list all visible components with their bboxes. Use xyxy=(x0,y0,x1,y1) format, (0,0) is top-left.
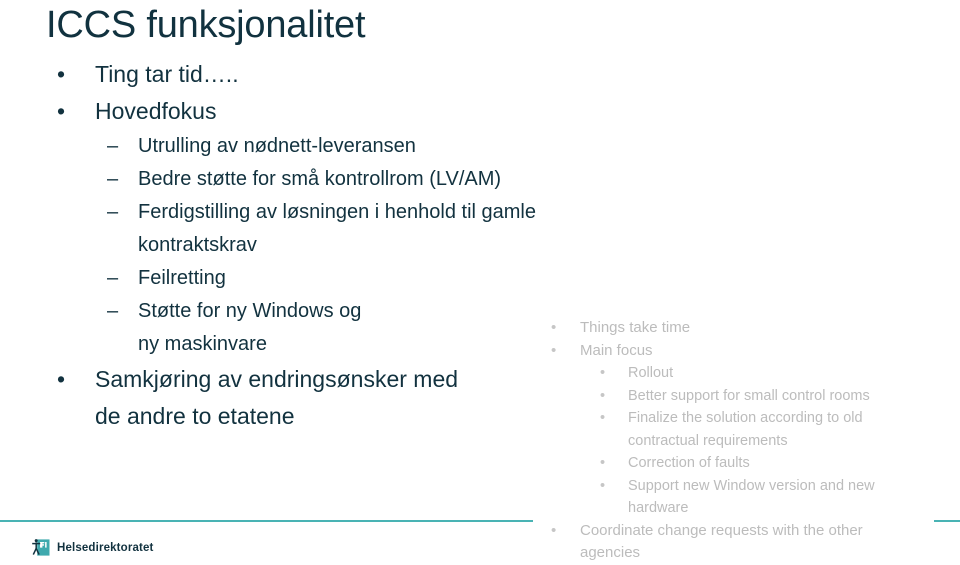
bullet-marker-icon: – xyxy=(107,201,119,223)
norwegian-bullet-item-text: Hovedfokus xyxy=(95,98,217,124)
footer-divider-left xyxy=(0,520,533,522)
bullet-marker-icon: • xyxy=(600,365,606,381)
bullet-marker-icon: • xyxy=(551,521,557,539)
bullet-marker-icon: • xyxy=(600,455,606,471)
english-bullet-item-text: Correction of faults xyxy=(628,455,750,471)
english-bullet-item-text: Better support for small control rooms xyxy=(628,387,870,404)
bullet-marker-icon: – xyxy=(107,135,119,157)
helsedirektoratet-logo-icon xyxy=(31,538,50,557)
english-bullet-item-text: Support new Window version and new hardw… xyxy=(628,477,875,517)
bullet-marker-icon: – xyxy=(107,267,119,289)
norwegian-bullet-item-text: Ferdigstilling av løsningen i henhold ti… xyxy=(138,201,536,256)
english-bullet-item: • Things take time xyxy=(0,317,960,340)
english-bullet-item: • Rollout xyxy=(0,362,960,385)
english-bullet-item: • Correction of faults xyxy=(0,452,960,475)
bullet-marker-icon: • xyxy=(551,319,557,336)
bullet-marker-icon: • xyxy=(600,387,606,404)
norwegian-bullet-item-text: Feilretting xyxy=(138,267,226,289)
english-bullet-item: • Support new Window version and new hard… xyxy=(0,475,960,520)
norwegian-bullet-item: • Hovedfokus xyxy=(0,93,540,130)
bullet-marker-icon: – xyxy=(107,168,119,190)
norwegian-bullet-item-text: Utrulling av nødnett-leveransen xyxy=(138,135,416,157)
norwegian-bullet-item-text: Bedre støtte for små kontrollrom (LV/AM) xyxy=(138,168,502,190)
english-bullet-item-text: Coordinate change requests with the othe… xyxy=(580,521,863,562)
english-bullet-item-text: Rollout xyxy=(628,365,674,381)
footer-divider-right xyxy=(934,520,960,522)
english-bullet-item-text: Main focus xyxy=(580,341,653,359)
bullet-marker-icon: • xyxy=(551,341,557,359)
norwegian-bullet-item: – Feilretting xyxy=(0,262,540,295)
english-bullet-item-text: Things take time xyxy=(580,319,691,336)
slide-canvas: ICCS funksjonalitet • Ting tar tid….. • Hov… xyxy=(0,0,960,564)
page-title: ICCS funksjonalitet xyxy=(46,4,366,46)
english-bullet-item: • Better support for small control rooms xyxy=(0,385,960,408)
norwegian-bullet-item-text: Ting tar tid….. xyxy=(95,61,239,87)
bullet-marker-icon: • xyxy=(600,410,606,426)
norwegian-bullet-item: • Ting tar tid….. xyxy=(0,56,540,93)
english-translation-bullet-list: • Things take time • Main focus • Rollout • Bet… xyxy=(0,317,960,565)
english-bullet-item: • Main focus xyxy=(0,340,960,363)
organization-name: Helsedirektoratet xyxy=(57,541,154,554)
bullet-marker-icon: • xyxy=(57,98,66,124)
norwegian-bullet-item: – Utrulling av nødnett-leveransen xyxy=(0,130,540,163)
bullet-marker-icon: • xyxy=(57,61,66,87)
english-bullet-item-text: Finalize the solution according to old c… xyxy=(628,410,863,449)
norwegian-bullet-item: – Ferdigstilling av løsningen i henhold t… xyxy=(0,196,540,262)
bullet-marker-icon: • xyxy=(600,477,606,494)
english-bullet-item: • Finalize the solution according to old … xyxy=(0,407,960,452)
organization-logo: Helsedirektoratet xyxy=(31,538,154,557)
norwegian-bullet-item: – Bedre støtte for små kontrollrom (LV/AM… xyxy=(0,163,540,196)
